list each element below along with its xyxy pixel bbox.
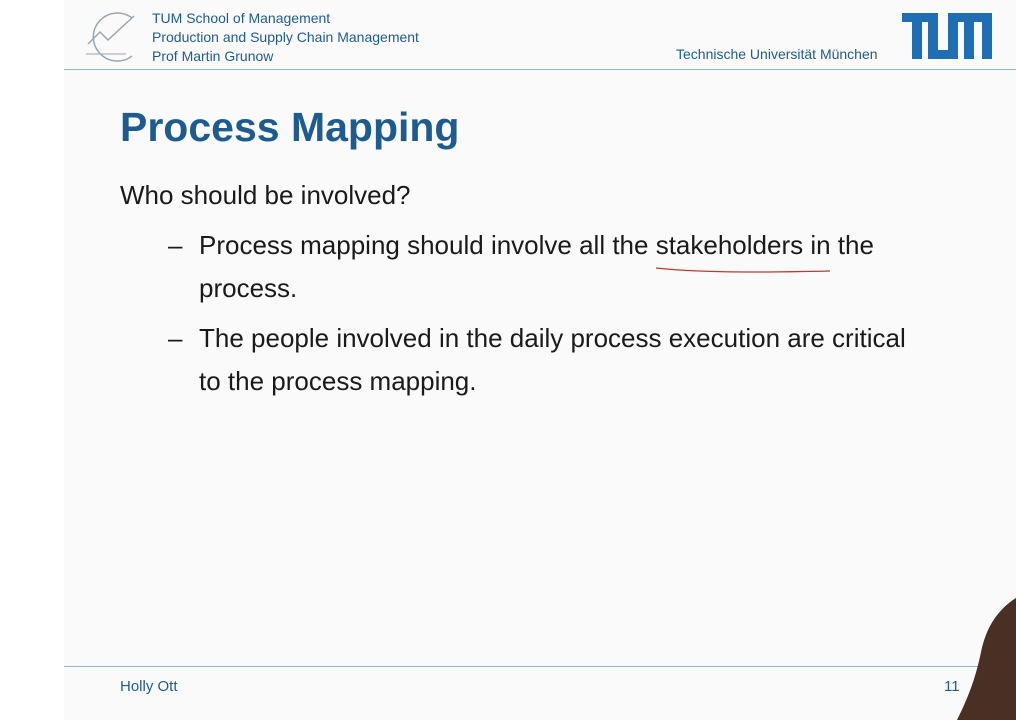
bullet-dash: –	[168, 230, 183, 260]
left-margin	[0, 0, 64, 720]
highlighted-word: stakeholders	[655, 224, 830, 273]
bullet-item-1: – Process mapping should involve all the…	[168, 224, 928, 310]
school-name: TUM School of Management	[152, 10, 331, 26]
presenter-video-overlay	[957, 598, 1016, 720]
chair-name: Production and Supply Chain Management	[152, 29, 419, 45]
chair-logo-icon	[86, 12, 135, 62]
bullet-dash: –	[168, 323, 183, 353]
bullet-text-2: The people involved in the daily process…	[199, 323, 906, 396]
slide-title: Process Mapping	[120, 104, 460, 150]
header-divider	[64, 69, 1016, 70]
red-underline-annotation	[655, 267, 830, 273]
footer-divider	[64, 666, 1016, 667]
bullet-text-1: Process mapping should involve all the s…	[199, 224, 928, 310]
slide-question: Who should be involved?	[120, 180, 411, 210]
tum-logo-icon	[902, 13, 992, 59]
stakeholders-word: stakeholders	[655, 230, 804, 260]
professor-name: Prof Martin Grunow	[152, 48, 274, 64]
university-name: Technische Universität München	[676, 46, 878, 62]
bullet-item-2: – The people involved in the daily proce…	[168, 317, 928, 403]
header-text: TUM School of Management Production and …	[152, 9, 419, 66]
bullet-1-text-start: Process mapping should involve all the	[199, 230, 656, 260]
footer-presenter: Holly Ott	[120, 678, 178, 695]
